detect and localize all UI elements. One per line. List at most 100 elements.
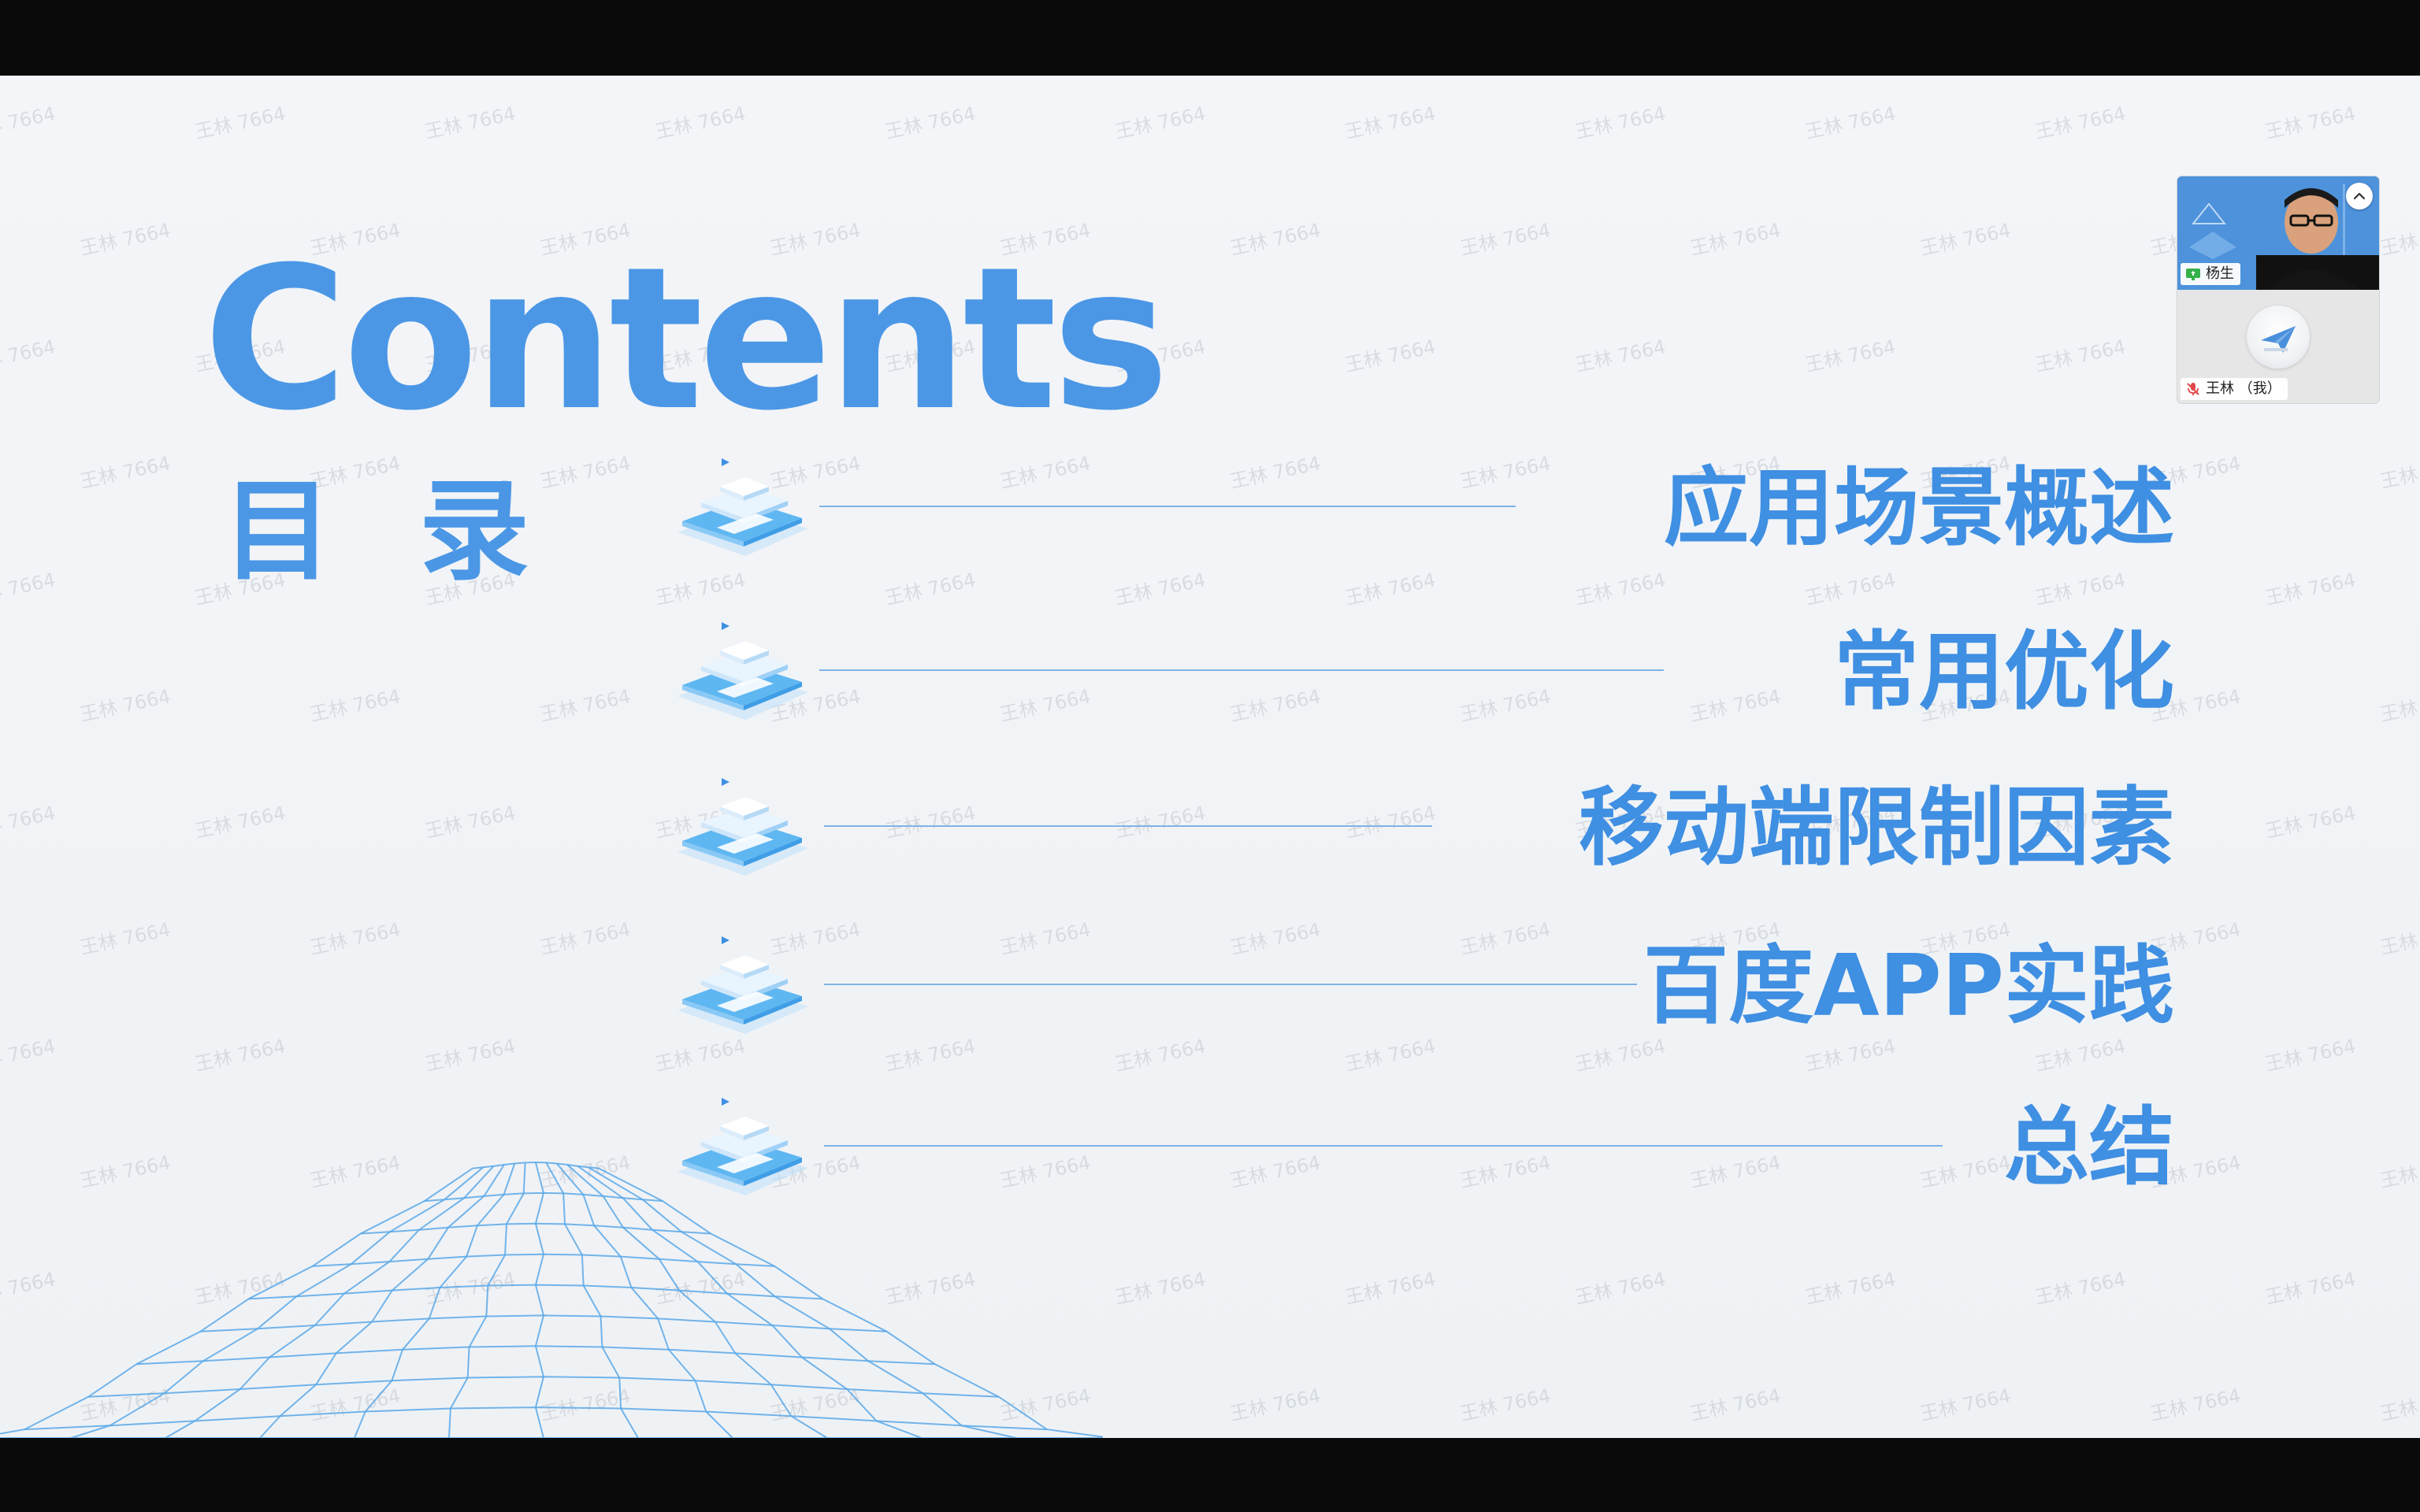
toc-item-label: 百度APP实践	[1643, 937, 2174, 1036]
watermark-text: 王林 7664	[2377, 452, 2420, 493]
watermark-text: 王林 7664	[1802, 335, 1898, 376]
watermark-text: 王林 7664	[1457, 1384, 1553, 1425]
watermark-text: 王林 7664	[2262, 102, 2358, 143]
window-bottom-bar	[0, 1438, 2420, 1512]
self-name-tag: 王林 （我）	[2181, 378, 2288, 400]
watermark-text: 王林 7664	[2032, 102, 2128, 143]
chevron-up-icon	[2353, 192, 2366, 200]
watermark-text: 王林 7664	[882, 102, 978, 143]
watermark-text: 王林 7664	[1227, 1384, 1323, 1425]
watermark-text: 王林 7664	[0, 1035, 58, 1076]
watermark-text: 王林 7664	[1802, 1268, 1898, 1309]
layered-stack-icon	[677, 778, 808, 876]
layered-stack-icon	[677, 622, 808, 720]
watermark-text: 王林 7664	[2032, 335, 2128, 376]
toc-divider-line	[819, 669, 1664, 671]
watermark-text: 王林 7664	[422, 1035, 518, 1076]
mic-muted-icon	[2187, 383, 2199, 395]
watermark-text: 王林 7664	[2377, 1384, 2420, 1425]
mesh-line	[0, 1167, 473, 1435]
mesh-line	[555, 1162, 733, 1438]
watermark-text: 王林 7664	[1457, 219, 1553, 260]
watermark-text: 王林 7664	[1687, 1384, 1783, 1425]
video-participants-panel[interactable]: 杨生 王林 （我）	[2177, 176, 2379, 403]
watermark-text: 王林 7664	[307, 685, 403, 726]
watermark-text: 王林 7664	[537, 918, 633, 959]
mesh-line	[588, 1166, 1017, 1438]
watermark-text: 王林 7664	[422, 102, 518, 143]
mesh-line	[448, 1162, 526, 1438]
watermark-text: 王林 7664	[0, 802, 58, 843]
watermark-text: 王林 7664	[0, 335, 58, 376]
mesh-line	[70, 1166, 484, 1438]
watermark-text: 王林 7664	[1802, 102, 1898, 143]
toc-item-label: 常用优化	[1833, 623, 2174, 721]
toc-item-label: 移动端限制因素	[1578, 779, 2174, 877]
paper-plane-icon	[2261, 326, 2296, 353]
watermark-text: 王林 7664	[2377, 1151, 2420, 1192]
presenter-name-tag: 杨生	[2181, 263, 2240, 285]
watermark-text: 王林 7664	[1227, 219, 1323, 260]
watermark-text: 王林 7664	[192, 802, 288, 843]
watermark-text: 王林 7664	[1342, 102, 1438, 143]
watermark-text: 王林 7664	[2262, 802, 2358, 843]
mesh-line	[577, 1165, 922, 1438]
watermark-text: 王林 7664	[0, 102, 58, 143]
watermark-text: 王林 7664	[307, 918, 403, 959]
watermark-text: 王林 7664	[1572, 102, 1668, 143]
watermark-text: 王林 7664	[1112, 102, 1208, 143]
participant-video-tile-self[interactable]: 王林 （我）	[2177, 290, 2379, 403]
watermark-text: 王林 7664	[2377, 219, 2420, 260]
watermark-text: 王林 7664	[1917, 1384, 2013, 1425]
window-top-bar	[0, 0, 2420, 76]
mesh-line	[259, 1164, 505, 1438]
watermark-text: 王林 7664	[192, 102, 288, 143]
watermark-text: 王林 7664	[1917, 219, 2013, 260]
watermark-text: 王林 7664	[77, 918, 173, 959]
presentation-slide: 王林 7664 王林 7664 王林 7664 王林 7664 王林 7664 王林 76…	[0, 76, 2420, 1438]
watermark-text: 王林 7664	[1342, 1268, 1438, 1309]
self-name: 王林 （我）	[2206, 380, 2281, 397]
mesh-line	[534, 1162, 545, 1438]
watermark-text: 王林 7664	[1572, 335, 1668, 376]
screen-share-icon	[2186, 269, 2200, 280]
layered-stack-icon	[677, 936, 808, 1034]
slide-subtitle-cn: 目录	[222, 468, 617, 596]
layered-stack-icon	[677, 458, 808, 556]
collapse-panel-button[interactable]	[2346, 183, 2373, 209]
mesh-line	[545, 1162, 639, 1438]
mesh-line	[598, 1167, 1103, 1438]
avatar	[2247, 306, 2310, 369]
watermark-text: 王林 7664	[2032, 1268, 2128, 1309]
watermark-text: 王林 7664	[2377, 685, 2420, 726]
toc-item: 移动端限制因素	[670, 765, 2174, 891]
watermark-text: 王林 7664	[2262, 1268, 2358, 1309]
wireframe-mountain-graphic	[0, 1161, 1103, 1438]
participant-video-tile-presenter[interactable]: 杨生	[2177, 176, 2379, 290]
watermark-text: 王林 7664	[652, 102, 748, 143]
watermark-text: 王林 7664	[2377, 918, 2420, 959]
watermark-text: 王林 7664	[1342, 335, 1438, 376]
watermark-text: 王林 7664	[1572, 1268, 1668, 1309]
mesh-line	[566, 1164, 828, 1438]
watermark-text: 王林 7664	[2262, 1035, 2358, 1076]
watermark-text: 王林 7664	[2262, 569, 2358, 610]
toc-divider-line	[824, 825, 1432, 827]
toc-item: 常用优化	[670, 610, 2174, 736]
slide-title: Contents	[203, 224, 1170, 454]
watermark-text: 王林 7664	[1112, 1268, 1208, 1309]
toc-divider-line	[824, 984, 1637, 985]
toc-item-label: 总结	[2003, 1099, 2174, 1197]
mesh-line	[24, 1406, 1047, 1431]
toc-divider-line	[819, 506, 1516, 507]
watermark-text: 王林 7664	[2147, 1384, 2243, 1425]
presenter-name: 杨生	[2206, 265, 2234, 282]
toc-item-label: 应用场景概述	[1663, 459, 2174, 558]
mesh-line	[165, 1166, 495, 1438]
toc-item: 应用场景概述	[670, 446, 2174, 572]
watermark-text: 王林 7664	[77, 685, 173, 726]
watermark-text: 王林 7664	[1687, 219, 1783, 260]
watermark-text: 王林 7664	[77, 219, 173, 260]
toc-item: 百度APP实践	[670, 924, 2174, 1050]
watermark-text: 王林 7664	[77, 452, 173, 493]
